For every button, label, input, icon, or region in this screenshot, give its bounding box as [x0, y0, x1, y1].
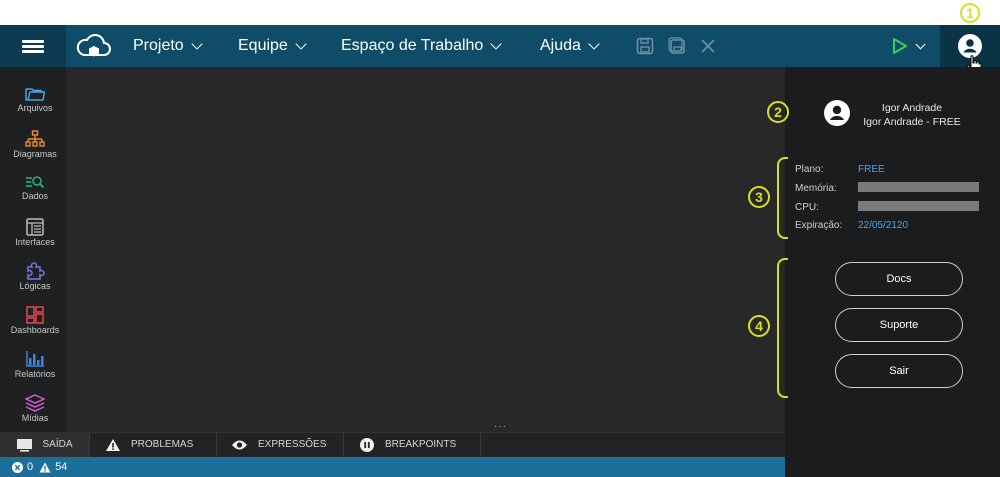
logout-button[interactable]: Sair [835, 354, 963, 388]
hamburger-icon [22, 38, 44, 55]
puzzle-icon [27, 262, 45, 280]
user-avatar-icon [824, 100, 850, 126]
cloud-logo-icon [75, 31, 113, 66]
tab-saida[interactable]: SAÍDA [0, 432, 90, 457]
annotation-2: 2 [767, 101, 789, 123]
menu-projeto[interactable]: Projeto [133, 25, 203, 67]
annotation-4: 4 [748, 315, 770, 337]
menu-espaco-de-trabalho[interactable]: Espaço de Trabalho [341, 25, 502, 67]
expiry-label: Expiração: [795, 220, 843, 231]
save-all-icon [668, 37, 685, 54]
user-plan-line: Igor Andrade - FREE [863, 116, 961, 128]
sidebar-item-interfaces[interactable]: Interfaces [0, 218, 70, 262]
tab-breakpoints[interactable]: BREAKPOINTS [345, 432, 481, 457]
memory-label: Memória: [795, 183, 837, 194]
resize-handle[interactable]: ··· [494, 421, 507, 432]
status-bar: 0 54 [0, 457, 785, 477]
interface-icon [26, 218, 44, 236]
annotation-bracket [777, 157, 788, 239]
save-all-button[interactable] [668, 37, 686, 60]
monitor-icon [17, 438, 33, 452]
user-account-button[interactable] [940, 25, 1000, 75]
sidebar-item-label: Arquivos [17, 103, 53, 113]
sidebar-item-dados[interactable]: Dados [0, 174, 70, 218]
warning-icon [39, 462, 51, 472]
sidebar-item-label: Mídias [21, 413, 49, 423]
user-info: Igor Andrade Igor Andrade - FREE [852, 101, 972, 129]
annotation-bracket [777, 258, 788, 398]
diagram-icon [25, 130, 45, 147]
close-icon [701, 39, 715, 53]
sidebar-item-relatorios[interactable]: Relatórios [0, 350, 70, 394]
warning-count[interactable]: 54 [55, 461, 67, 473]
folder-icon [25, 88, 45, 101]
report-icon [26, 351, 44, 367]
sidebar-item-label: Dados [21, 191, 48, 201]
layers-icon [25, 394, 45, 412]
plan-value: FREE [858, 164, 885, 175]
close-button[interactable] [700, 38, 716, 59]
cpu-label: CPU: [795, 202, 819, 213]
chevron-down-icon [191, 37, 203, 50]
sidebar-item-label: Lógicas [19, 281, 51, 291]
plan-label: Plano: [795, 164, 824, 175]
annotation-1: 1 [960, 3, 980, 23]
tab-expressoes[interactable]: EXPRESSÕES [218, 432, 344, 457]
user-name: Igor Andrade [881, 102, 943, 114]
sidebar-item-label: Interfaces [15, 237, 55, 247]
support-button[interactable]: Suporte [835, 308, 963, 342]
eye-icon [232, 440, 247, 449]
play-icon [893, 38, 907, 54]
chevron-down-icon [915, 39, 926, 49]
sidebar-item-dashboards[interactable]: Dashboards [0, 306, 70, 350]
editor-area[interactable] [66, 67, 785, 433]
warning-icon [106, 438, 120, 451]
run-button[interactable] [892, 37, 926, 55]
sidebar-item-logicas[interactable]: Lógicas [0, 262, 70, 306]
tab-problemas[interactable]: PROBLEMAS [90, 432, 217, 457]
sidebar-item-diagramas[interactable]: Diagramas [0, 130, 70, 174]
hamburger-menu-button[interactable] [0, 25, 66, 67]
save-icon [636, 37, 654, 55]
docs-button[interactable]: Docs [835, 262, 963, 296]
save-button[interactable] [636, 37, 654, 60]
menu-ajuda[interactable]: Ajuda [540, 25, 600, 67]
pause-icon [360, 437, 374, 452]
chevron-down-icon [588, 37, 600, 50]
cpu-bar [858, 201, 979, 211]
memory-bar [858, 182, 979, 192]
dashboard-icon [26, 306, 44, 324]
sidebar-item-arquivos[interactable]: Arquivos [0, 86, 70, 130]
error-icon [12, 461, 23, 473]
sidebar-item-label: Diagramas [13, 149, 57, 159]
expiry-value: 22/05/2120 [858, 220, 909, 231]
annotation-3: 3 [748, 186, 770, 208]
menu-equipe[interactable]: Equipe [238, 25, 307, 67]
error-count[interactable]: 0 [27, 461, 33, 473]
sidebar-item-label: Dashboards [10, 325, 60, 335]
sidebar-item-label: Relatórios [14, 369, 56, 379]
data-search-icon [26, 176, 45, 189]
chevron-down-icon [490, 37, 502, 50]
chevron-down-icon [295, 37, 307, 50]
